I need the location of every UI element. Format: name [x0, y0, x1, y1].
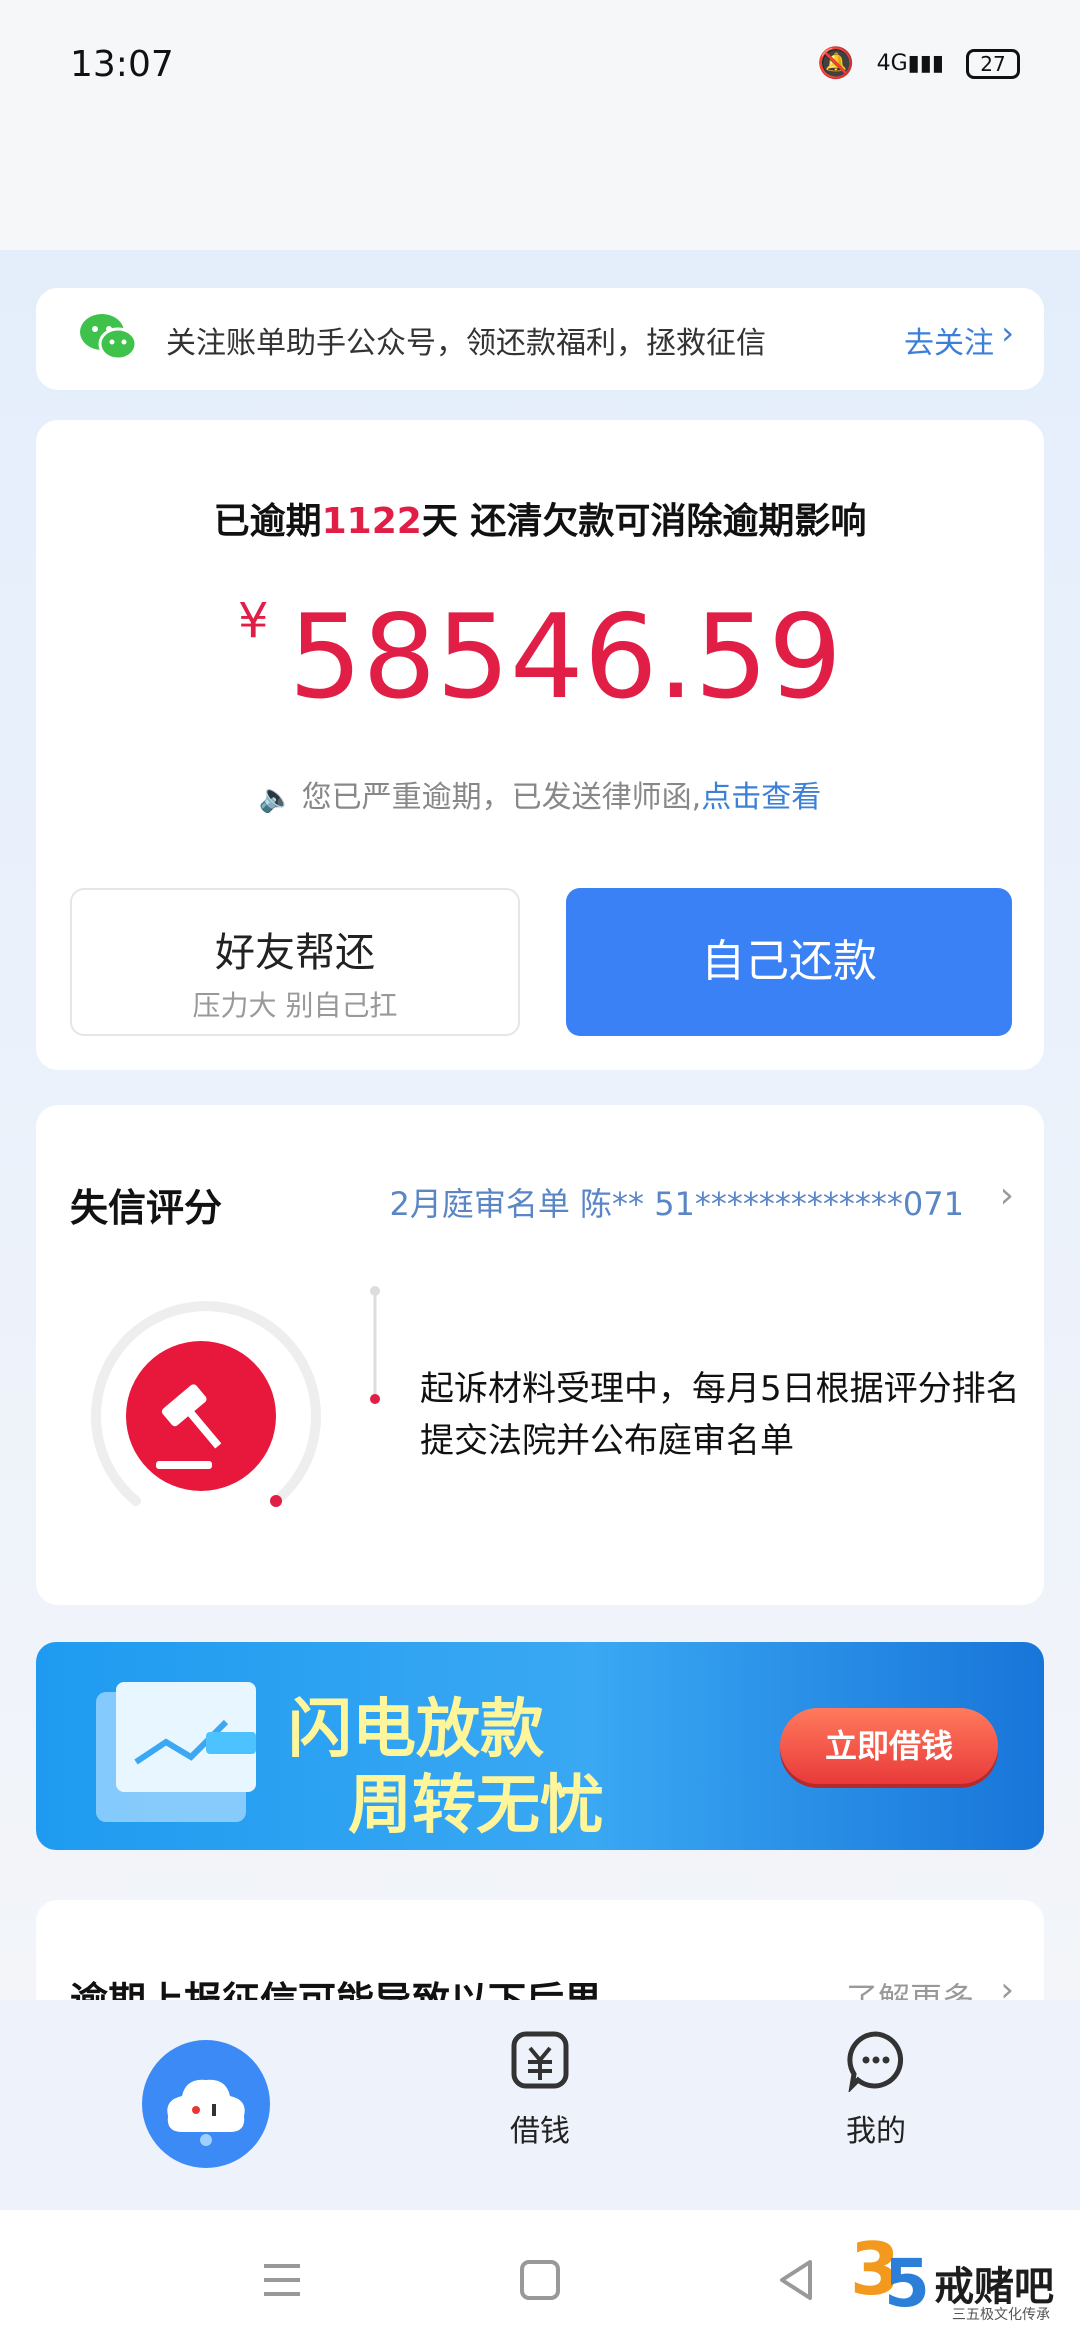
watermark: 3 5 戒赌吧 三五极文化传承	[838, 2208, 1068, 2328]
follow-text: 关注账单助手公众号，领还款福利，拯救征信	[166, 326, 766, 361]
follow-link[interactable]: 去关注	[904, 318, 994, 362]
banner-title-line2: 周转无忧	[348, 1769, 604, 1843]
document-illustration-icon	[96, 1682, 256, 1822]
progress-timeline	[370, 1286, 380, 1404]
self-repay-button[interactable]: 自己还款	[566, 888, 1012, 1036]
watermark-logo-icon: 3 5	[850, 2228, 930, 2318]
view-link[interactable]: 点击查看	[701, 780, 821, 815]
menu-icon[interactable]	[252, 2250, 312, 2310]
currency-symbol: ¥	[237, 593, 269, 649]
signal-icon: 4G▮▮▮	[876, 51, 944, 76]
debt-card: 已逾期1122天 还清欠款可消除逾期影响 ¥58546.59 🔈 您已严重逾期，已…	[36, 420, 1044, 1070]
battery-icon: 27	[966, 48, 1020, 79]
overdue-days: 1122	[321, 501, 422, 542]
borrow-now-button[interactable]: 立即借钱	[780, 1708, 998, 1784]
status-time: 13:07	[70, 44, 174, 85]
overdue-line: 已逾期1122天 还清欠款可消除逾期影响	[36, 492, 1044, 544]
credit-gauge	[91, 1301, 321, 1507]
tab-loan-label: 借钱	[510, 2114, 570, 2149]
status-icons: 🔕 4G▮▮▮ 27	[817, 46, 1020, 81]
wechat-icon	[80, 314, 138, 361]
bottom-tab-bar: 借钱 我的	[0, 2000, 1080, 2210]
friend-repay-button[interactable]: 好友帮还 压力大 别自己扛	[70, 888, 520, 1036]
mute-icon: 🔕	[817, 46, 855, 81]
notice-text: 您已严重逾期，已发送律师函,	[301, 780, 702, 815]
tab-mine-label: 我的	[846, 2114, 906, 2149]
trial-list-link[interactable]: 2月庭审名单 陈** 51*************071	[389, 1179, 964, 1225]
credit-description: 起诉材料受理中，每月5日根据评分排名提交法院并公布庭审名单	[420, 1369, 1020, 1461]
speaker-icon: 🔈	[258, 781, 294, 814]
overdue-suffix: 天 还清欠款可消除逾期影响	[421, 501, 867, 542]
follow-official-account-bar[interactable]: 关注账单助手公众号，领还款福利，拯救征信 去关注 ›	[36, 288, 1044, 390]
chevron-right-icon: ›	[999, 1175, 1014, 1216]
tab-home[interactable]	[142, 2040, 270, 2168]
debt-amount: ¥58546.59	[36, 590, 1044, 725]
chat-bubble-icon	[847, 2031, 904, 2094]
home-square-icon[interactable]	[510, 2250, 570, 2310]
friend-repay-label: 好友帮还	[215, 930, 375, 976]
tab-loan[interactable]: 借钱	[470, 2028, 610, 2150]
system-nav-bar: 3 5 戒赌吧 三五极文化传承	[0, 2210, 1080, 2340]
yuan-wallet-icon	[511, 2031, 569, 2089]
tab-mine[interactable]: 我的	[806, 2028, 946, 2150]
svg-text:5: 5	[884, 2245, 930, 2318]
loan-banner[interactable]: 闪电放款 周转无忧 立即借钱	[36, 1642, 1044, 1850]
credit-score-card: 失信评分 2月庭审名单 陈** 51*************071 › 起诉材…	[36, 1105, 1044, 1605]
lawyer-letter-notice: 🔈 您已严重逾期，已发送律师函,点击查看	[36, 772, 1044, 816]
mascot-icon	[167, 2079, 245, 2146]
friend-repay-sublabel: 压力大 别自己扛	[192, 989, 398, 1022]
watermark-subtext: 三五极文化传承	[952, 2307, 1050, 2323]
chevron-right-icon: ›	[1001, 314, 1014, 352]
overdue-prefix: 已逾期	[213, 501, 322, 542]
amount-value: 58546.59	[288, 590, 843, 725]
back-triangle-icon[interactable]	[766, 2250, 826, 2310]
credit-title: 失信评分	[70, 1186, 223, 1230]
status-bar: 13:07 🔕 4G▮▮▮ 27	[0, 0, 1080, 250]
